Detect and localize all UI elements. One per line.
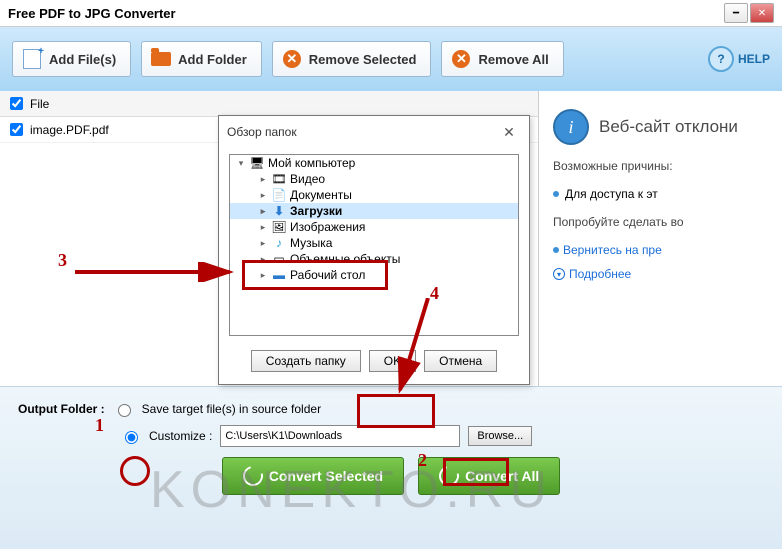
expand-icon[interactable]: ▸ <box>258 206 268 217</box>
computer-icon: 🖥 <box>250 156 264 170</box>
objects-icon: ▭ <box>272 252 286 266</box>
expand-icon[interactable]: ▸ <box>258 190 268 201</box>
ok-button[interactable]: OK <box>369 350 416 372</box>
node-images[interactable]: Изображения <box>290 220 365 234</box>
side-panel: i Веб-сайт отклони Возможные причины: Дл… <box>539 91 782 386</box>
expand-icon[interactable]: ▸ <box>258 270 268 281</box>
close-button[interactable]: ✕ <box>750 3 774 23</box>
remove-all-button[interactable]: ✕ Remove All <box>441 41 563 77</box>
help-icon: ? <box>708 46 734 72</box>
dialog-close-button[interactable]: ✕ <box>497 122 521 142</box>
remove-selected-button[interactable]: ✕ Remove Selected <box>272 41 432 77</box>
path-input[interactable] <box>220 425 460 447</box>
convert-all-button[interactable]: Convert All <box>418 457 560 495</box>
expand-icon[interactable]: ▸ <box>258 174 268 185</box>
more-link[interactable]: ▾ Подробнее <box>553 267 768 281</box>
try-back-link[interactable]: Вернитесь на пре <box>553 243 768 257</box>
minimize-button[interactable]: ━ <box>724 3 748 23</box>
expand-icon[interactable]: ▸ <box>258 254 268 265</box>
try-title: Попробуйте сделать во <box>553 215 768 229</box>
video-icon: 🎞 <box>272 172 286 186</box>
browse-button[interactable]: Browse... <box>468 426 532 446</box>
info-icon: i <box>553 109 589 145</box>
convert-all-label: Convert All <box>465 468 539 484</box>
remove-selected-label: Remove Selected <box>309 52 417 67</box>
help-label: HELP <box>738 52 770 66</box>
window-title: Free PDF to JPG Converter <box>8 6 176 21</box>
folder-tree[interactable]: ▾ 🖥 Мой компьютер ▸ 🎞 Видео ▸ 📄 Документы ▸ ⬇ За… <box>229 154 519 336</box>
node-video[interactable]: Видео <box>290 172 325 186</box>
documents-icon: 📄 <box>272 188 286 202</box>
add-file-label: Add File(s) <box>49 52 116 67</box>
expand-icon[interactable]: ▸ <box>258 222 268 233</box>
add-file-icon <box>21 48 43 70</box>
reasons-title: Возможные причины: <box>553 159 768 173</box>
refresh-icon <box>435 462 462 489</box>
file-header-label: File <box>30 97 49 111</box>
collapse-icon[interactable]: ▾ <box>236 158 246 169</box>
create-folder-button[interactable]: Создать папку <box>251 350 361 372</box>
help-button[interactable]: ? HELP <box>708 46 770 72</box>
reason-1: Для доступа к эт <box>565 187 658 201</box>
file-row-name: image.PDF.pdf <box>30 123 109 137</box>
music-icon: ♪ <box>272 236 286 250</box>
dialog-title: Обзор папок <box>227 125 297 139</box>
output-title: Output Folder : <box>18 402 105 416</box>
remove-all-label: Remove All <box>478 52 548 67</box>
chevron-icon: ▾ <box>553 268 565 280</box>
customize-radio[interactable] <box>125 431 138 444</box>
save-source-label: Save target file(s) in source folder <box>142 402 321 416</box>
images-icon: 🖼 <box>272 220 286 234</box>
add-folder-button[interactable]: Add Folder <box>141 41 262 77</box>
node-docs[interactable]: Документы <box>290 188 352 202</box>
add-folder-label: Add Folder <box>178 52 247 67</box>
desktop-icon: ▬ <box>272 268 286 282</box>
convert-selected-button[interactable]: Convert Selected <box>222 457 404 495</box>
node-downloads[interactable]: Загрузки <box>290 204 342 218</box>
node-3d[interactable]: Объемные объекты <box>290 252 400 266</box>
remove-all-icon: ✕ <box>450 48 472 70</box>
save-source-radio[interactable] <box>118 404 131 417</box>
refresh-icon <box>239 462 266 489</box>
bullet-icon <box>553 247 559 253</box>
node-root[interactable]: Мой компьютер <box>268 156 355 170</box>
convert-selected-label: Convert Selected <box>269 468 383 484</box>
add-file-button[interactable]: Add File(s) <box>12 41 131 77</box>
try-back-label: Вернитесь на пре <box>563 243 662 257</box>
more-label: Подробнее <box>569 267 631 281</box>
downloads-icon: ⬇ <box>272 204 286 218</box>
file-header-checkbox[interactable] <box>10 97 23 110</box>
customize-label: Customize : <box>149 429 212 443</box>
side-heading: Веб-сайт отклони <box>599 117 738 137</box>
node-music[interactable]: Музыка <box>290 236 332 250</box>
add-folder-icon <box>150 48 172 70</box>
bullet-icon <box>553 191 559 197</box>
file-row-checkbox[interactable] <box>10 123 23 136</box>
node-desktop[interactable]: Рабочий стол <box>290 268 365 282</box>
remove-selected-icon: ✕ <box>281 48 303 70</box>
browse-folder-dialog: Обзор папок ✕ ▾ 🖥 Мой компьютер ▸ 🎞 Видео ▸ 📄… <box>218 115 530 385</box>
cancel-button[interactable]: Отмена <box>424 350 497 372</box>
expand-icon[interactable]: ▸ <box>258 238 268 249</box>
